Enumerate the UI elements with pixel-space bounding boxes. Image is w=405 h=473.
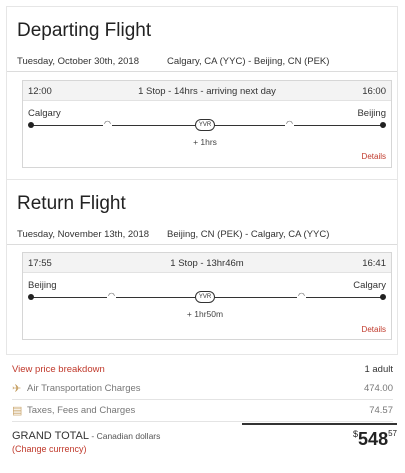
plane-icon: ✈ [12, 383, 22, 395]
grand-total-label: GRAND TOTAL [12, 430, 90, 442]
departing-depart-time: 12:00 [28, 86, 52, 97]
return-card-header: 1 Stop - 13hr46m 17:55 16:41 [23, 253, 391, 273]
return-flight-panel: Return Flight Tuesday, November 13th, 20… [6, 179, 398, 355]
grand-total-price: $54857 [353, 429, 397, 450]
return-date-row: Tuesday, November 13th, 2018 Beijing, CN… [7, 223, 397, 245]
price-row: ✈ Air Transportation Charges 474.00 [12, 378, 393, 400]
price-row-label: Taxes, Fees and Charges [27, 405, 136, 416]
price-row: ▤ Taxes, Fees and Charges 74.57 [12, 400, 393, 422]
departing-flight-panel: Departing Flight Tuesday, October 30th, … [6, 6, 398, 180]
departing-date-row: Tuesday, October 30th, 2018 Calgary, CA … [7, 50, 397, 72]
departing-arrive-time: 16:00 [362, 86, 386, 97]
grand-total-currency-label: - Canadian dollars [89, 431, 161, 441]
departing-layover: + 1hrs [193, 137, 217, 147]
passenger-count: 1 adult [364, 364, 393, 375]
price-row-value: 474.00 [363, 383, 393, 394]
price-amount: 548 [358, 429, 389, 449]
departing-origin-dot [28, 122, 34, 128]
return-flight-card: 1 Stop - 13hr46m 17:55 16:41 Beijing Cal… [22, 252, 392, 340]
departing-date: Tuesday, October 30th, 2018 [17, 56, 139, 67]
departing-stop-marker: YVR [195, 119, 215, 131]
taxes-icon: ▤ [12, 405, 23, 417]
departing-origin-city: Calgary [28, 108, 61, 119]
return-layover: + 1hr50m [186, 309, 224, 319]
wifi-icon: ◠ [103, 119, 112, 128]
return-route: Beijing, CN (PEK) - Calgary, CA (YYC) [167, 229, 330, 240]
price-row-value: 74.57 [369, 405, 393, 416]
departing-stops-summary: 1 Stop - 14hrs - arriving next day [138, 86, 276, 97]
wifi-icon: ◠ [107, 291, 116, 300]
departing-flight-title: Departing Flight [17, 20, 152, 41]
total-divider [242, 423, 397, 425]
return-arrive-time: 16:41 [362, 258, 386, 269]
wifi-icon: ◠ [285, 119, 294, 128]
return-origin-dot [28, 294, 34, 300]
return-depart-time: 17:55 [28, 258, 52, 269]
departing-flight-card: 1 Stop - 14hrs - arriving next day 12:00… [22, 80, 392, 168]
view-price-breakdown-link[interactable]: View price breakdown [12, 364, 105, 375]
departing-details-link[interactable]: Details [362, 152, 386, 161]
grand-total-label-group: GRAND TOTAL - Canadian dollars [12, 430, 160, 442]
departing-destination-city: Beijing [357, 108, 386, 119]
return-stops-summary: 1 Stop - 13hr46m [170, 258, 244, 269]
wifi-icon: ◠ [297, 291, 306, 300]
return-date: Tuesday, November 13th, 2018 [17, 229, 150, 240]
return-stop-marker: YVR [195, 291, 215, 303]
price-cents: 57 [388, 429, 397, 438]
price-row-label: Air Transportation Charges [27, 383, 141, 394]
return-destination-city: Calgary [353, 280, 386, 291]
change-currency-link[interactable]: (Change currency) [12, 444, 87, 454]
return-destination-dot [380, 294, 386, 300]
return-details-link[interactable]: Details [362, 325, 386, 334]
departing-card-header: 1 Stop - 14hrs - arriving next day 12:00… [23, 81, 391, 101]
departing-route: Calgary, CA (YYC) - Beijing, CN (PEK) [167, 56, 330, 67]
departing-destination-dot [380, 122, 386, 128]
return-origin-city: Beijing [28, 280, 57, 291]
return-flight-title: Return Flight [17, 193, 126, 214]
